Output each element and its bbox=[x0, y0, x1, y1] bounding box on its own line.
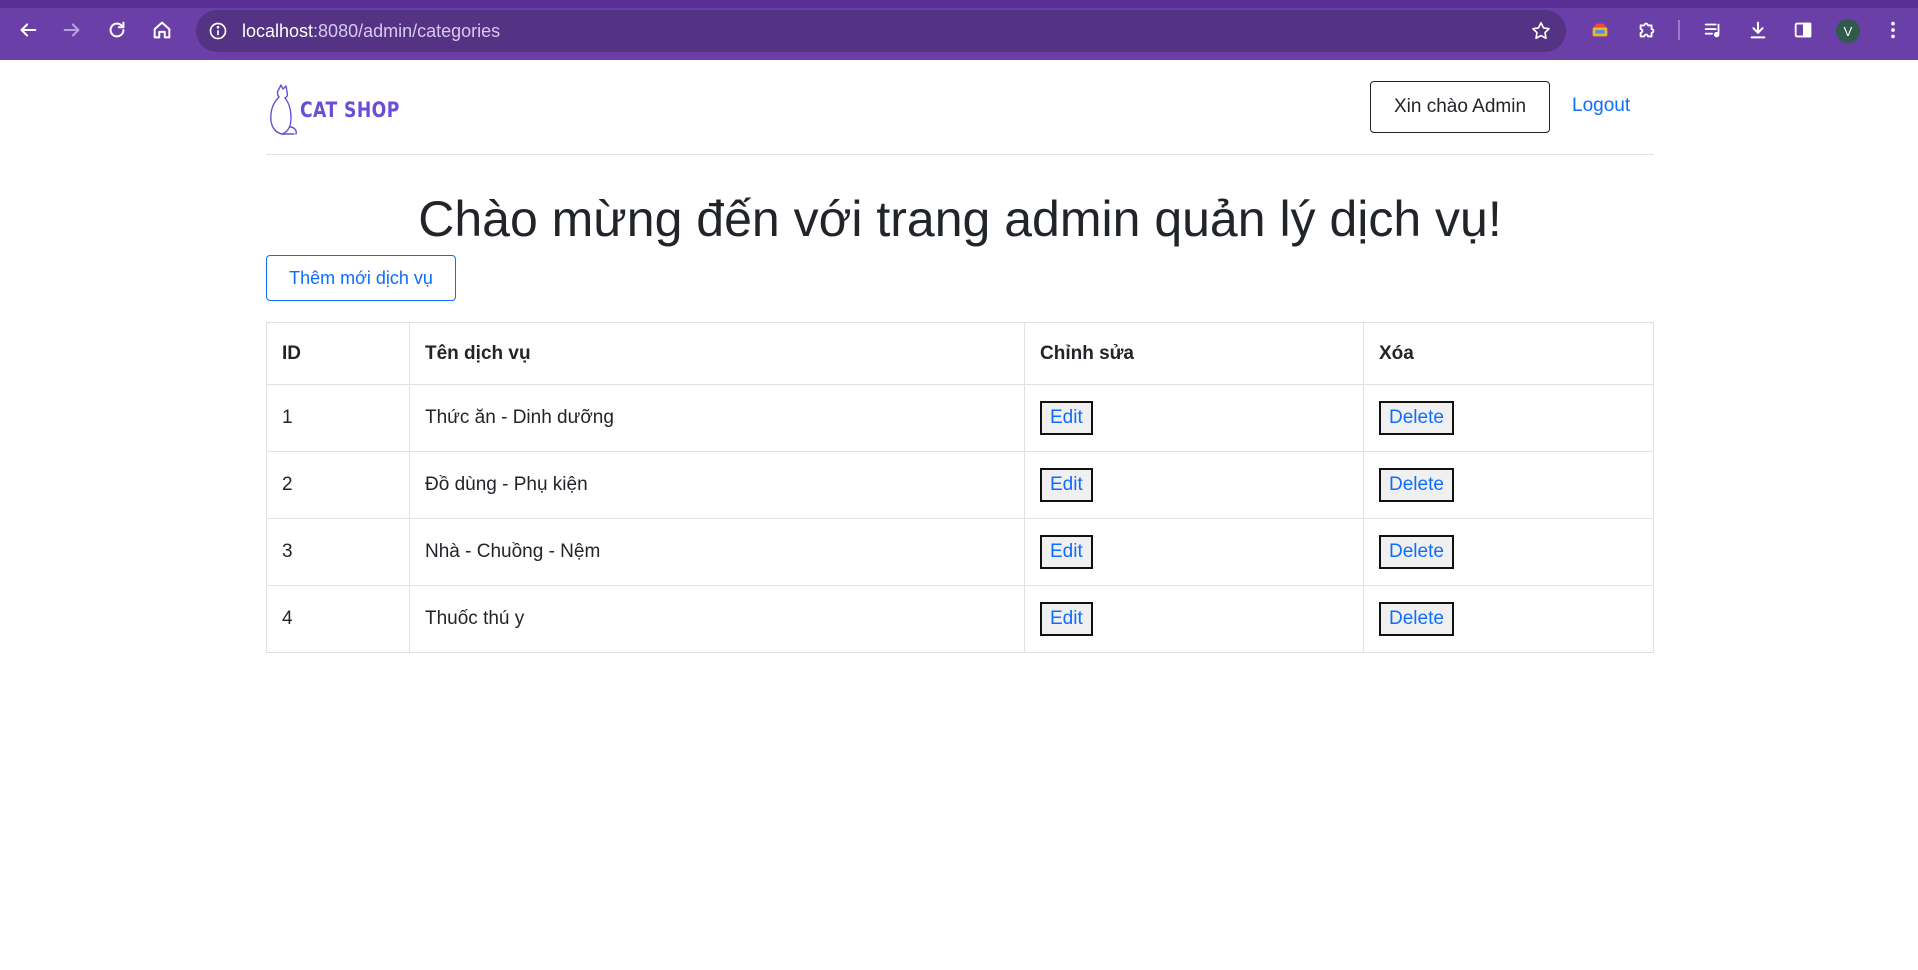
cell-name: Đồ dùng - Phụ kiện bbox=[409, 451, 1025, 519]
back-button[interactable] bbox=[12, 14, 44, 46]
edit-button[interactable]: Edit bbox=[1040, 468, 1093, 502]
site-info-icon[interactable] bbox=[208, 21, 228, 41]
url-text[interactable]: localhost:8080/admin/categories bbox=[242, 21, 500, 42]
media-button[interactable] bbox=[1698, 15, 1728, 45]
forward-button[interactable] bbox=[56, 14, 88, 46]
header-edit: Chỉnh sửa bbox=[1024, 322, 1364, 385]
logo-text: CAT SHOP bbox=[300, 98, 400, 122]
cell-delete: Delete bbox=[1363, 384, 1654, 452]
cell-edit: Edit bbox=[1024, 518, 1364, 586]
home-icon bbox=[153, 21, 171, 39]
tab-strip bbox=[0, 0, 1918, 8]
delete-button[interactable]: Delete bbox=[1379, 468, 1454, 502]
side-panel-icon bbox=[1794, 22, 1812, 38]
table-row: 4 Thuốc thú y Edit Delete bbox=[266, 585, 1654, 653]
edit-button[interactable]: Edit bbox=[1040, 535, 1093, 569]
delete-button[interactable]: Delete bbox=[1379, 535, 1454, 569]
extension-colorful-icon bbox=[1592, 23, 1608, 37]
site-logo[interactable]: CAT SHOP bbox=[266, 82, 422, 138]
downloads-button[interactable] bbox=[1743, 15, 1773, 45]
categories-table: ID Tên dịch vụ Chỉnh sửa Xóa 1 Thức ăn -… bbox=[266, 322, 1654, 653]
toolbar-divider bbox=[1678, 20, 1680, 40]
reload-icon bbox=[109, 21, 125, 38]
page-container: CAT SHOP Xin chào Admin Logout Chào mừng… bbox=[266, 60, 1654, 653]
header-delete: Xóa bbox=[1363, 322, 1654, 385]
edit-button[interactable]: Edit bbox=[1040, 401, 1093, 435]
extension-button[interactable] bbox=[1585, 15, 1615, 45]
side-panel-button[interactable] bbox=[1788, 15, 1818, 45]
profile-avatar[interactable]: V bbox=[1836, 19, 1860, 43]
browser-toolbar: localhost:8080/admin/categories V bbox=[0, 0, 1918, 60]
cell-id: 1 bbox=[266, 384, 410, 452]
header-id: ID bbox=[266, 322, 410, 385]
greeting-button[interactable]: Xin chào Admin bbox=[1370, 81, 1550, 133]
cell-edit: Edit bbox=[1024, 384, 1364, 452]
cell-id: 3 bbox=[266, 518, 410, 586]
cell-delete: Delete bbox=[1363, 451, 1654, 519]
browser-menu-button[interactable] bbox=[1878, 15, 1908, 45]
table-header-row: ID Tên dịch vụ Chỉnh sửa Xóa bbox=[266, 322, 1654, 385]
cell-name: Nhà - Chuồng - Nệm bbox=[409, 518, 1025, 586]
delete-button[interactable]: Delete bbox=[1379, 401, 1454, 435]
arrow-right-icon bbox=[63, 23, 80, 37]
cell-edit: Edit bbox=[1024, 451, 1364, 519]
extensions-button[interactable] bbox=[1632, 15, 1662, 45]
playlist-icon bbox=[1704, 23, 1720, 38]
cell-name: Thuốc thú y bbox=[409, 585, 1025, 653]
cell-delete: Delete bbox=[1363, 518, 1654, 586]
add-service-button[interactable]: Thêm mới dịch vụ bbox=[266, 255, 456, 301]
puzzle-icon bbox=[1639, 22, 1655, 38]
more-vertical-icon bbox=[1891, 21, 1895, 39]
url-path: :8080/admin/categories bbox=[313, 21, 501, 41]
cell-edit: Edit bbox=[1024, 585, 1364, 653]
reload-button[interactable] bbox=[101, 14, 133, 46]
edit-button[interactable]: Edit bbox=[1040, 602, 1093, 636]
download-icon bbox=[1750, 21, 1766, 39]
address-bar[interactable]: localhost:8080/admin/categories bbox=[196, 10, 1566, 52]
url-host: localhost bbox=[242, 21, 314, 41]
cat-logo-icon bbox=[270, 84, 297, 135]
delete-button[interactable]: Delete bbox=[1379, 602, 1454, 636]
page-title: Chào mừng đến với trang admin quản lý dị… bbox=[418, 191, 1502, 247]
table-row: 2 Đồ dùng - Phụ kiện Edit Delete bbox=[266, 451, 1654, 519]
header-name: Tên dịch vụ bbox=[409, 322, 1025, 385]
site-header: CAT SHOP Xin chào Admin Logout bbox=[266, 60, 1654, 155]
home-button[interactable] bbox=[146, 14, 178, 46]
bookmark-star-icon[interactable] bbox=[1530, 20, 1552, 42]
table-row: 1 Thức ăn - Dinh dưỡng Edit Delete bbox=[266, 384, 1654, 452]
logout-link[interactable]: Logout bbox=[1572, 95, 1630, 117]
cell-name: Thức ăn - Dinh dưỡng bbox=[409, 384, 1025, 452]
cell-id: 2 bbox=[266, 451, 410, 519]
table-row: 3 Nhà - Chuồng - Nệm Edit Delete bbox=[266, 518, 1654, 586]
cell-id: 4 bbox=[266, 585, 410, 653]
cell-delete: Delete bbox=[1363, 585, 1654, 653]
arrow-left-icon bbox=[20, 23, 37, 37]
